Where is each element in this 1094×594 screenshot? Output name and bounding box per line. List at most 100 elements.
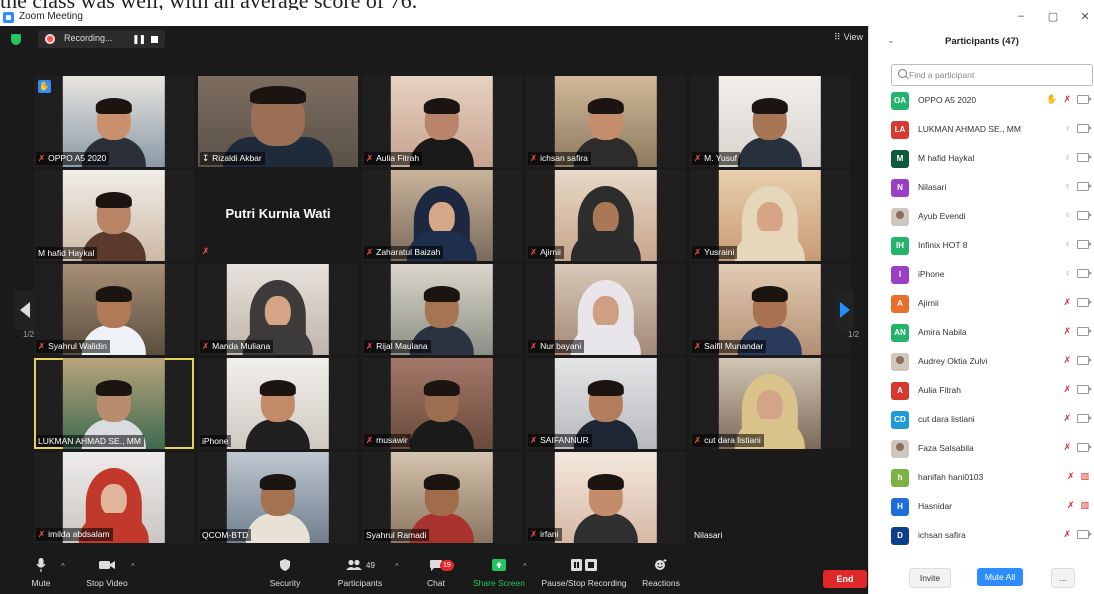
avatar: D — [891, 527, 909, 545]
participant-name-label: ✗ M. Yusuf — [692, 152, 741, 165]
video-tile[interactable]: ✗ irfani — [526, 452, 686, 543]
video-tile[interactable]: ✗ Ajirnii — [526, 170, 686, 261]
participant-name: Ajirnii — [540, 247, 561, 257]
video-tile[interactable]: M hafid Haykal — [34, 170, 194, 261]
search-input[interactable] — [909, 68, 1079, 81]
maximize-button[interactable]: ▢ — [1043, 10, 1063, 23]
share-screen-button[interactable]: Share Screen — [472, 554, 526, 588]
next-page-button[interactable] — [834, 290, 854, 330]
participant-row[interactable]: CD cut dara listiani ✗ — [869, 405, 1094, 434]
participant-name: Ajirnii — [918, 298, 939, 308]
more-button[interactable]: ... — [1051, 568, 1075, 588]
pause-recording-icon[interactable]: ❚❚ — [132, 34, 146, 45]
view-button[interactable]: ⠿ View — [834, 32, 863, 43]
avatar — [891, 208, 909, 226]
invite-button[interactable]: Invite — [909, 568, 951, 588]
pause-stop-recording-button[interactable]: Pause/Stop Recording — [538, 554, 630, 588]
video-tile[interactable]: ✗ SAIFANNUR — [526, 358, 686, 449]
video-tile[interactable]: ✗ ichsan safira — [526, 76, 686, 167]
participant-row[interactable]: OA OPPO A5 2020 ✋ ✗ — [869, 86, 1094, 115]
record-icon — [45, 34, 55, 44]
chevron-up-icon[interactable]: ^ — [523, 562, 527, 571]
chevron-up-icon[interactable]: ^ — [395, 562, 399, 571]
participant-status-icons: ♀ — [1064, 268, 1092, 278]
participant-name: QCOM-BTD — [202, 530, 249, 540]
chevron-up-icon[interactable]: ^ — [131, 562, 135, 571]
video-tile[interactable]: ✗ imilda abdsalam — [34, 452, 194, 543]
mic-off-icon: ✗ — [694, 153, 702, 163]
mic-off-icon: ✗ — [530, 529, 538, 539]
participant-name: Amira Nabila — [918, 327, 967, 337]
raised-hand-icon: ✋ — [1046, 94, 1058, 104]
video-tile[interactable]: ↧ Rizaldi Akbar — [198, 76, 358, 167]
participant-row[interactable]: M M hafid Haykal ♀ — [869, 144, 1094, 173]
video-tile[interactable]: iPhone — [198, 358, 358, 449]
participant-name: OPPO A5 2020 — [918, 95, 977, 105]
participant-name: Faza Salsabila — [918, 443, 974, 453]
video-tile[interactable]: Nilasari — [690, 452, 850, 543]
participant-row[interactable]: Ayub Evendi ♀ — [869, 202, 1094, 231]
video-tile[interactable]: ✗ Aulia Fitrah — [362, 76, 522, 167]
video-tile[interactable]: ✗ Manda Muliana — [198, 264, 358, 355]
camera-icon — [1077, 123, 1092, 133]
reactions-button[interactable]: Reactions — [640, 554, 682, 588]
video-tile[interactable]: ✗ cut dara listiani — [690, 358, 850, 449]
security-button[interactable]: Security — [265, 554, 305, 588]
video-tile[interactable]: ✗ Saifil Munandar — [690, 264, 850, 355]
participant-row[interactable]: AN Amira Nabila ✗ — [869, 318, 1094, 347]
video-tile[interactable]: Syahrul Ramadi — [362, 452, 522, 543]
video-tile[interactable]: ✋ ✗ OPPO A5 2020 — [34, 76, 194, 167]
shield-icon[interactable] — [11, 34, 21, 45]
participant-name: cut dara listiani — [918, 414, 975, 424]
video-tile[interactable]: ✗ Yusraini — [690, 170, 850, 261]
video-tile[interactable]: ✗ M. Yusuf — [690, 76, 850, 167]
video-tile[interactable]: QCOM-BTD — [198, 452, 358, 543]
chevron-up-icon[interactable]: ^ — [61, 562, 65, 571]
video-tile[interactable]: ✗ Nur bayani — [526, 264, 686, 355]
participant-row[interactable]: h hanifah hani0103 ✗ ▧ — [869, 463, 1094, 492]
participant-row[interactable]: IiPhone ♀ — [869, 260, 1094, 289]
participant-row[interactable]: N Nilasari ♀ — [869, 173, 1094, 202]
close-button[interactable]: ✕ — [1075, 10, 1094, 23]
participant-row[interactable]: H Hasnidar ✗ ▧ — [869, 492, 1094, 521]
participant-row[interactable]: A Aulia Fitrah ✗ — [869, 376, 1094, 405]
mute-button[interactable]: Mute — [26, 554, 56, 588]
participant-name: OPPO A5 2020 — [48, 153, 107, 163]
window-titlebar: Zoom Meeting – ▢ ✕ — [0, 10, 1094, 26]
participant-search[interactable] — [891, 64, 1093, 86]
video-tile[interactable]: ✗ Syahrul Walidin — [34, 264, 194, 355]
video-tile[interactable]: ✗ musawir — [362, 358, 522, 449]
participant-name: Syahrul Walidin — [48, 341, 107, 351]
mute-all-button[interactable]: Mute All — [977, 568, 1023, 586]
avatar: LA — [891, 121, 909, 139]
stop-video-button[interactable]: Stop Video — [82, 554, 132, 588]
participant-name: irfani — [540, 529, 559, 539]
participant-row[interactable]: LA LUKMAN AHMAD SE., MM ♀ — [869, 115, 1094, 144]
participant-row[interactable]: Audrey Oktia Zulvi ✗ — [869, 347, 1094, 376]
mic-off-icon: ✗ — [694, 341, 702, 351]
participant-status-icons: ✗ — [1063, 384, 1092, 395]
minimize-button[interactable]: – — [1011, 10, 1031, 22]
panel-header: ⌄ Participants (47) — [869, 26, 1094, 56]
participant-name-label: ✗ Saifil Munandar — [692, 340, 767, 353]
participant-row[interactable]: Faza Salsabila ✗ — [869, 434, 1094, 463]
share-screen-icon — [492, 559, 506, 571]
participant-name: Infinix HOT 8 — [918, 240, 968, 250]
video-tile[interactable]: ✗ Rijal Maulana — [362, 264, 522, 355]
participants-button[interactable]: 49 Participants — [335, 554, 385, 588]
participant-name: Putri Kurnia Wati — [225, 206, 331, 221]
participant-row[interactable]: IH Infinix HOT 8 ♀ — [869, 231, 1094, 260]
pause-stop-icon — [571, 559, 597, 571]
participant-row[interactable]: Dichsan safira ✗ — [869, 521, 1094, 550]
participant-name-label: Nilasari — [692, 529, 725, 541]
video-tile[interactable]: ✗ Zaharatul Baizah — [362, 170, 522, 261]
prev-page-button[interactable] — [14, 290, 34, 330]
mic-off-icon: ✗ — [694, 247, 702, 257]
stop-recording-icon[interactable] — [151, 36, 158, 43]
microphone-icon: ♀ — [1064, 152, 1071, 162]
end-meeting-button[interactable]: End — [823, 570, 867, 588]
camera-icon — [1077, 414, 1092, 423]
video-tile[interactable]: LUKMAN AHMAD SE., MM — [34, 358, 194, 449]
participant-row[interactable]: A Ajirnii ✗ — [869, 289, 1094, 318]
video-tile[interactable]: Putri Kurnia Wati ✗ — [198, 170, 358, 261]
